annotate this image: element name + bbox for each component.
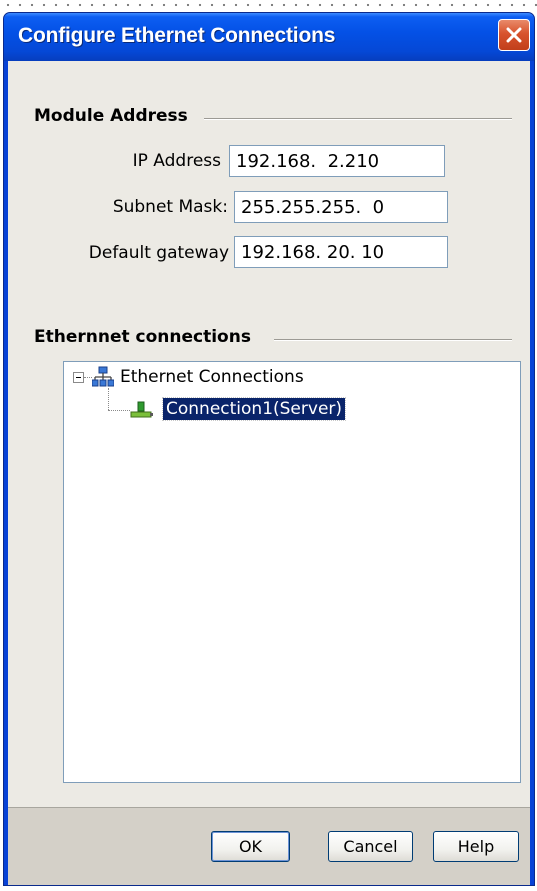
- tree-connector: [84, 377, 92, 378]
- tree-collapse-toggle[interactable]: [73, 372, 84, 383]
- module-address-divider: [204, 118, 512, 120]
- title-bar[interactable]: Configure Ethernet Connections: [4, 13, 534, 61]
- ethernet-connections-heading: Ethernnet connections: [34, 327, 251, 347]
- ip-address-field[interactable]: [229, 145, 445, 177]
- close-button[interactable]: [498, 19, 530, 51]
- help-button[interactable]: Help: [433, 831, 519, 862]
- connections-tree[interactable]: Ethernet Connections Connection1(Server): [63, 361, 521, 783]
- tree-connector: [108, 410, 130, 411]
- dialog-client-area: Module Address IP Address Subnet Mask: D…: [8, 61, 530, 885]
- default-gateway-label: Default gateway: [88, 243, 229, 263]
- ok-button[interactable]: OK: [211, 831, 290, 862]
- button-bar: OK Cancel Help: [8, 808, 530, 885]
- tree-root-label[interactable]: Ethernet Connections: [120, 367, 304, 387]
- ip-address-label: IP Address: [132, 151, 221, 171]
- tree-connector: [108, 388, 109, 410]
- module-address-heading: Module Address: [34, 106, 188, 126]
- connection-icon: [130, 400, 154, 420]
- cancel-button[interactable]: Cancel: [328, 831, 413, 862]
- dialog-window: Configure Ethernet Connections Module Ad…: [3, 12, 535, 886]
- subnet-mask-label: Subnet Mask:: [112, 197, 228, 217]
- subnet-mask-field[interactable]: [234, 191, 448, 223]
- tree-child-label[interactable]: Connection1(Server): [161, 397, 347, 421]
- default-gateway-field[interactable]: [234, 236, 448, 268]
- window-title: Configure Ethernet Connections: [18, 24, 336, 47]
- close-icon: [506, 27, 522, 43]
- ethernet-connections-divider: [274, 339, 512, 341]
- background-dots: [0, 0, 537, 10]
- network-icon: [91, 366, 115, 388]
